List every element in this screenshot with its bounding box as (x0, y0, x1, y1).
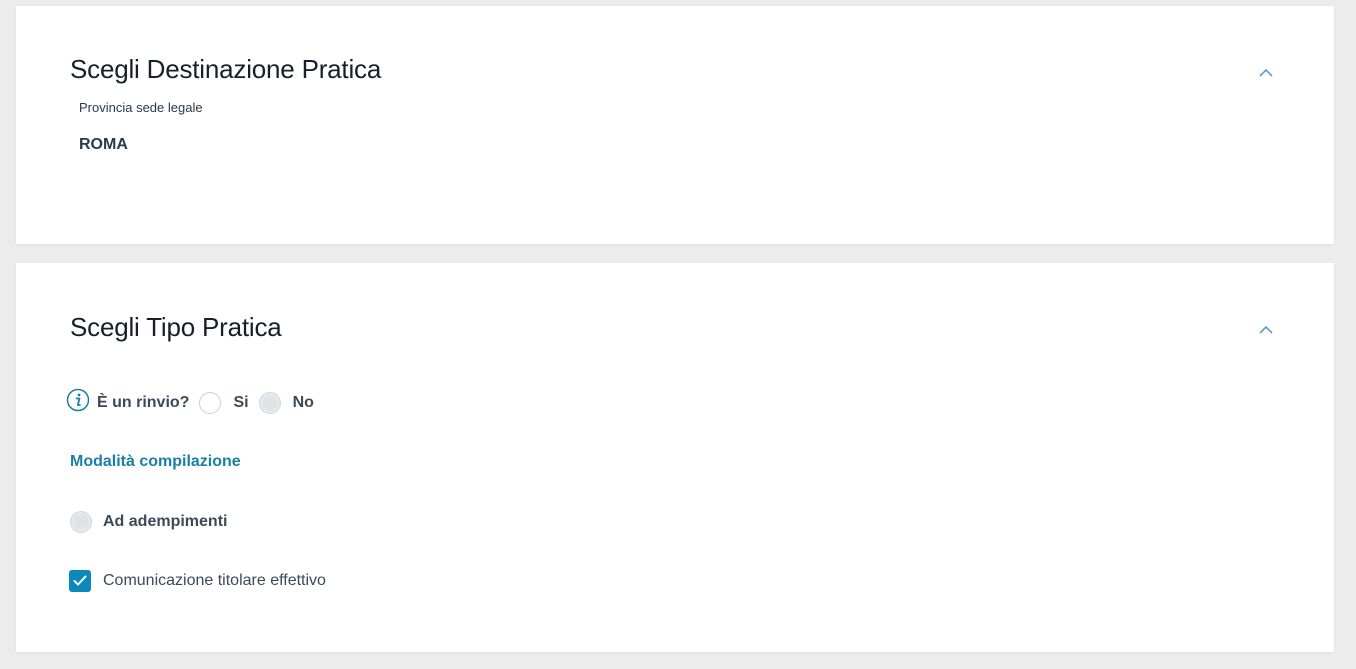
rinvio-row: È un rinvio? Si No (66, 387, 324, 419)
rinvio-si-radio[interactable] (199, 392, 222, 414)
rinvio-no-label[interactable]: No (293, 394, 314, 412)
tipo-pratica-title: Scegli Tipo Pratica (70, 312, 282, 342)
checkmark-icon (73, 575, 87, 586)
adempimenti-option: Ad adempimenti (70, 510, 237, 534)
modalita-compilazione-link[interactable]: Modalità compilazione (70, 453, 241, 471)
tipo-pratica-collapse-button[interactable] (1256, 320, 1276, 340)
chevron-up-icon (1259, 326, 1273, 334)
comunicazione-checkbox[interactable] (69, 570, 91, 592)
provincia-label: Provincia sede legale (79, 100, 203, 115)
radio-selected-dot (74, 515, 88, 529)
rinvio-label: È un rinvio? (97, 394, 190, 411)
adempimenti-radio[interactable] (70, 511, 92, 533)
comunicazione-option: Comunicazione titolare effettivo (69, 569, 326, 593)
provincia-value: ROMA (79, 136, 128, 153)
tipo-pratica-card: Scegli Tipo Pratica È un rinvio? Si No M… (16, 263, 1334, 652)
comunicazione-label[interactable]: Comunicazione titolare effettivo (103, 572, 326, 590)
destinazione-title: Scegli Destinazione Pratica (70, 54, 382, 84)
rinvio-no-radio[interactable] (258, 392, 281, 414)
destinazione-card: Scegli Destinazione Pratica Provincia se… (16, 6, 1334, 244)
destinazione-collapse-button[interactable] (1256, 63, 1276, 83)
radio-selected-dot (262, 396, 277, 410)
chevron-up-icon (1259, 69, 1273, 77)
info-icon[interactable] (66, 388, 90, 412)
rinvio-si-label[interactable]: Si (233, 394, 248, 412)
adempimenti-label[interactable]: Ad adempimenti (103, 513, 227, 531)
